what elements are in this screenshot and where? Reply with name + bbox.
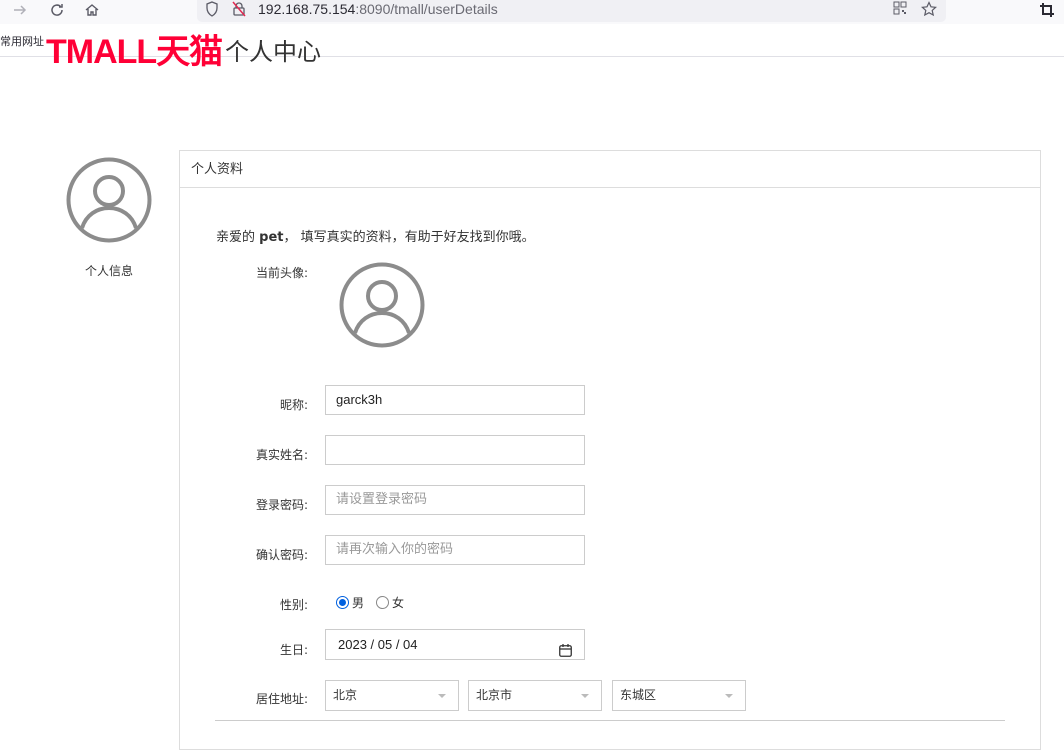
insecure-lock-icon[interactable]	[232, 1, 246, 21]
url-host: 192.168.75.154	[258, 1, 356, 17]
confirm-password-label: 确认密码:	[255, 548, 308, 562]
province-caret-icon	[438, 694, 446, 698]
birthday-label: 生日:	[279, 643, 308, 657]
city-caret-icon	[581, 694, 589, 698]
profile-panel: 个人资料 亲爱的 pet， 填写真实的资料，有助于好友找到你哦。 当前头像: 昵…	[179, 150, 1041, 750]
birthday-value: 2023 / 05 / 04	[338, 637, 418, 652]
gender-male-label: 男	[352, 596, 365, 610]
tmall-logo[interactable]: TMALL天猫	[46, 34, 222, 70]
sidebar-avatar-icon	[66, 157, 152, 243]
sidebar-item-profile[interactable]: 个人信息	[60, 262, 158, 279]
realname-label: 真实姓名:	[255, 448, 308, 462]
browser-toolbar: 192.168.75.154:8090/tmall/userDetails	[0, 0, 1064, 24]
gender-male-option[interactable]: 男	[336, 594, 364, 611]
url-bar[interactable]: 192.168.75.154:8090/tmall/userDetails	[197, 0, 946, 22]
qr-code-icon[interactable]	[893, 1, 907, 19]
crop-screenshot-icon[interactable]	[1036, 0, 1058, 20]
greeting-username: pet	[259, 230, 284, 245]
birthday-date-input[interactable]: 2023 / 05 / 04	[325, 629, 585, 660]
district-select[interactable]: 东城区	[612, 680, 746, 711]
form-divider	[215, 720, 1005, 721]
greeting-prefix: 亲爱的	[216, 230, 256, 245]
avatar-label: 当前头像:	[255, 266, 308, 280]
gender-male-radio[interactable]	[336, 596, 349, 609]
gender-female-radio[interactable]	[376, 596, 390, 609]
calendar-icon[interactable]	[559, 638, 572, 657]
gender-female-option[interactable]: 女	[376, 594, 404, 611]
confirm-password-input[interactable]: 请再次输入你的密码	[325, 535, 585, 565]
current-avatar-icon[interactable]	[339, 262, 425, 348]
province-select[interactable]: 北京	[325, 680, 459, 711]
gender-label: 性别:	[279, 598, 308, 612]
panel-title: 个人资料	[180, 151, 1040, 188]
province-value: 北京	[333, 688, 358, 702]
gender-radio-group: 男 女	[336, 594, 416, 611]
city-select[interactable]: 北京市	[468, 680, 602, 711]
address-label: 居住地址:	[255, 692, 308, 706]
greeting-suffix: ， 填写真实的资料，有助于好友找到你哦。	[283, 230, 535, 245]
header-title-text: 个人中心	[225, 40, 321, 64]
district-caret-icon	[725, 694, 733, 698]
bookmark-star-icon[interactable]	[921, 1, 937, 21]
url-path: :8090/tmall/userDetails	[355, 1, 498, 17]
forward-icon[interactable]	[9, 0, 31, 20]
url-text[interactable]: 192.168.75.154:8090/tmall/userDetails	[258, 1, 498, 17]
district-value: 东城区	[620, 688, 657, 702]
nickname-input[interactable]: garck3h	[325, 385, 585, 415]
gender-female-label: 女	[392, 596, 405, 610]
nickname-label: 昵称:	[279, 398, 308, 412]
realname-input[interactable]	[325, 435, 585, 465]
home-icon[interactable]	[81, 0, 103, 20]
bookmarks-toolbar-item[interactable]: 常用网址	[0, 33, 44, 51]
city-value: 北京市	[476, 688, 513, 702]
reload-icon[interactable]	[46, 0, 68, 20]
logo-text: TMALL天猫	[46, 34, 223, 70]
password-input[interactable]: 请设置登录密码	[325, 485, 585, 515]
shield-icon[interactable]	[205, 1, 219, 21]
password-label: 登录密码:	[255, 498, 308, 512]
greeting-text: 亲爱的 pet， 填写真实的资料，有助于好友找到你哦。	[216, 226, 535, 245]
header-title: 个人中心	[225, 40, 321, 64]
